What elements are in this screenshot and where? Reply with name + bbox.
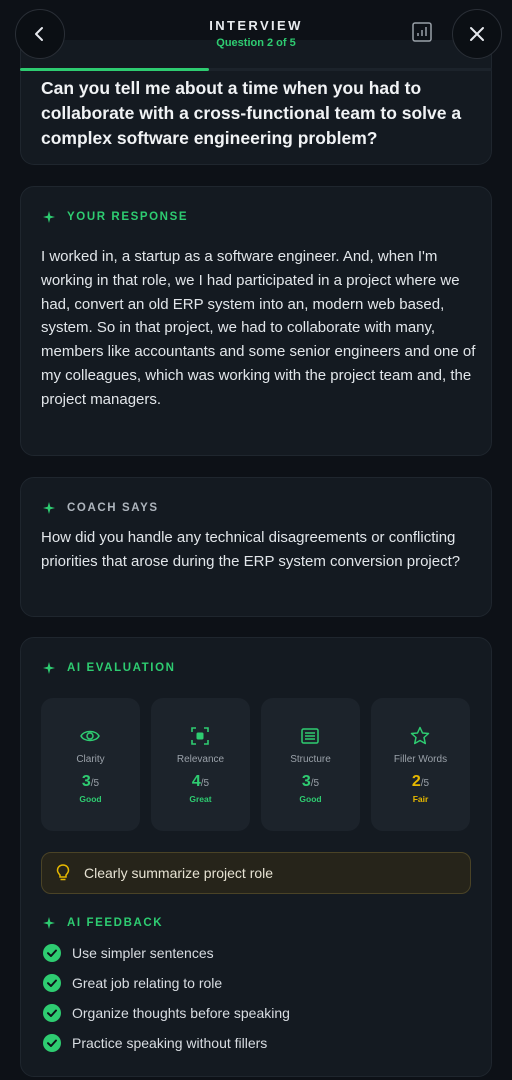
check-circle-icon xyxy=(43,974,61,992)
feedback-item: Practice speaking without fillers xyxy=(43,1034,267,1052)
coach-label: COACH SAYS xyxy=(43,502,159,514)
sparkle-icon xyxy=(43,502,55,514)
eye-icon xyxy=(80,730,100,742)
tip-text: Clearly summarize project role xyxy=(84,865,274,881)
feedback-item: Great job relating to role xyxy=(43,974,222,992)
metric-score: 4/5 xyxy=(191,773,210,790)
metric-rating: Great xyxy=(189,794,212,804)
metric-rating: Good xyxy=(79,794,102,804)
metric-score: 3/5 xyxy=(301,773,320,790)
feedback-text: Great job relating to role xyxy=(72,975,223,991)
check-circle-icon xyxy=(43,1034,61,1052)
coach-card: COACH SAYS How did you handle any techni… xyxy=(20,477,492,617)
tip-banner: Clearly summarize project role xyxy=(41,852,471,894)
star-icon xyxy=(410,726,430,745)
response-label: YOUR RESPONSE xyxy=(43,211,188,223)
sparkle-icon xyxy=(43,917,55,929)
metric-rating: Good xyxy=(299,794,322,804)
progress-fill xyxy=(20,68,209,71)
lightbulb-icon xyxy=(56,864,70,881)
sparkle-icon xyxy=(43,211,55,223)
metric-structure[interactable]: Structure 3/5 Good xyxy=(261,698,360,831)
page-title: INTERVIEW xyxy=(209,18,303,33)
question-text: Can you tell me about a time when you ha… xyxy=(41,78,462,148)
feedback-label-text: AI FEEDBACK xyxy=(67,917,164,929)
response-card: YOUR RESPONSE I worked in, a startup as … xyxy=(20,186,492,456)
response-text: I worked in, a startup as a software eng… xyxy=(41,248,476,408)
metric-label: Clarity xyxy=(76,754,105,765)
metric-label: Structure xyxy=(290,754,331,765)
close-icon xyxy=(470,27,484,41)
feedback-item: Use simpler sentences xyxy=(43,944,214,962)
check-circle-icon xyxy=(43,1004,61,1022)
check-circle-icon xyxy=(43,944,61,962)
evaluation-label-text: AI EVALUATION xyxy=(67,662,176,674)
metric-relevance[interactable]: Relevance 4/5 Great xyxy=(151,698,250,831)
header: INTERVIEW Question 2 of 5 xyxy=(0,0,512,70)
metric-score: 3/5 xyxy=(81,773,100,790)
metric-filler-words[interactable]: Filler Words 2/5 Fair xyxy=(371,698,470,831)
feedback-text: Practice speaking without fillers xyxy=(72,1035,268,1051)
back-button[interactable] xyxy=(15,9,65,59)
stats-icon[interactable] xyxy=(412,22,432,42)
metric-rating: Fair xyxy=(412,794,429,804)
target-icon xyxy=(191,727,209,745)
feedback-text: Use simpler sentences xyxy=(72,945,214,961)
coach-label-text: COACH SAYS xyxy=(67,502,159,514)
evaluation-label: AI EVALUATION xyxy=(43,662,176,674)
close-button[interactable] xyxy=(452,9,502,59)
list-icon xyxy=(301,728,319,744)
metric-label: Filler Words xyxy=(393,754,448,765)
response-label-text: YOUR RESPONSE xyxy=(67,211,189,223)
feedback-item: Organize thoughts before speaking xyxy=(43,1004,290,1022)
evaluation-card: AI EVALUATION Clarity 3/5 Good Relevance… xyxy=(20,637,492,1077)
metric-label: Relevance xyxy=(176,754,225,765)
metric-clarity[interactable]: Clarity 3/5 Good xyxy=(41,698,140,831)
feedback-label: AI FEEDBACK xyxy=(43,917,163,929)
metric-score: 2/5 xyxy=(411,773,430,790)
coach-text: How did you handle any technical disagre… xyxy=(41,529,461,570)
feedback-text: Organize thoughts before speaking xyxy=(72,1005,290,1021)
sparkle-icon xyxy=(43,662,55,674)
question-counter: Question 2 of 5 xyxy=(216,37,296,49)
